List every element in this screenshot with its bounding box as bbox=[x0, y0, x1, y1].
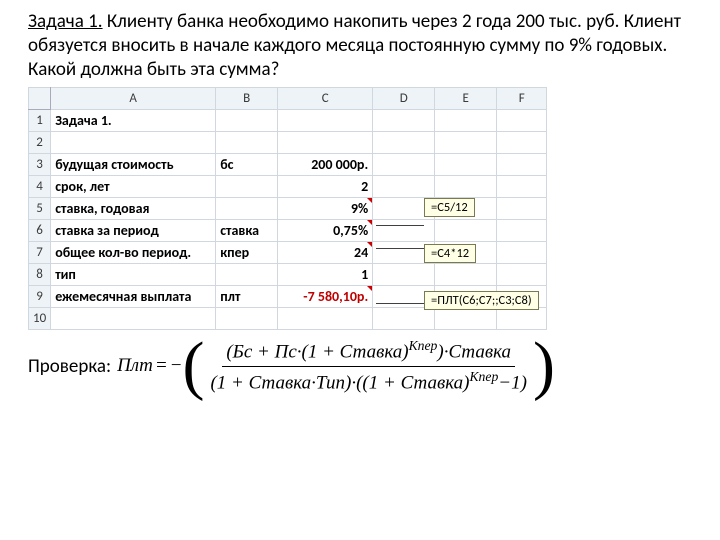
cell[interactable]: ставка bbox=[216, 220, 278, 242]
col-header[interactable]: D bbox=[373, 88, 435, 110]
problem-text: Задача 1. Клиенту банка необходимо накоп… bbox=[28, 10, 692, 81]
formula-callout: =C5/12 bbox=[424, 198, 475, 217]
row-header[interactable]: 3 bbox=[29, 154, 51, 176]
col-header[interactable]: E bbox=[435, 88, 497, 110]
formula-callout: =ПЛТ(C6;C7;;C3;C8) bbox=[424, 291, 539, 310]
callout-arrow bbox=[376, 248, 424, 249]
cell[interactable]: 9% bbox=[278, 198, 373, 220]
row-header[interactable]: 4 bbox=[29, 176, 51, 198]
cell[interactable]: общее кол-во период. bbox=[51, 242, 216, 264]
row-header[interactable]: 6 bbox=[29, 220, 51, 242]
cell[interactable]: ставка за период bbox=[51, 220, 216, 242]
row-header[interactable]: 8 bbox=[29, 264, 51, 286]
row-header[interactable]: 7 bbox=[29, 242, 51, 264]
callout-arrow bbox=[376, 225, 424, 226]
cell[interactable]: 200 000р. bbox=[278, 154, 373, 176]
cell[interactable]: ставка, годовая bbox=[51, 198, 216, 220]
verification-formula: Плт = − ( (Бс + Пс·(1 + Ставка)Кпер)·Ста… bbox=[117, 338, 555, 394]
formula-callout: =C4*12 bbox=[424, 244, 476, 263]
cell[interactable]: срок, лет bbox=[51, 176, 216, 198]
col-header[interactable]: B bbox=[216, 88, 278, 110]
cell[interactable]: Задача 1. bbox=[51, 110, 216, 132]
cell[interactable]: 2 bbox=[278, 176, 373, 198]
row-header[interactable]: 1 bbox=[29, 110, 51, 132]
problem-label: Задача 1. bbox=[28, 10, 103, 33]
corner-cell bbox=[29, 88, 51, 110]
cell[interactable]: -7 580,10р. bbox=[278, 286, 373, 308]
col-header[interactable]: F bbox=[497, 88, 547, 110]
cell[interactable]: ежемесячная выплата bbox=[51, 286, 216, 308]
col-header[interactable]: C bbox=[278, 88, 373, 110]
cell[interactable]: кпер bbox=[216, 242, 278, 264]
cell[interactable]: 24 bbox=[278, 242, 373, 264]
cell[interactable]: будущая стоимость bbox=[51, 154, 216, 176]
check-label: Проверка: bbox=[28, 355, 111, 378]
row-header[interactable]: 10 bbox=[29, 308, 51, 330]
row-header[interactable]: 9 bbox=[29, 286, 51, 308]
callout-arrow bbox=[376, 303, 424, 304]
row-header[interactable]: 5 bbox=[29, 198, 51, 220]
spreadsheet-area: A B C D E F 1Задача 1. 2 3будущая стоимо… bbox=[28, 87, 692, 330]
row-header[interactable]: 2 bbox=[29, 132, 51, 154]
cell[interactable]: бс bbox=[216, 154, 278, 176]
cell[interactable]: 1 bbox=[278, 264, 373, 286]
cell[interactable]: тип bbox=[51, 264, 216, 286]
cell[interactable]: 0,75% bbox=[278, 220, 373, 242]
cell[interactable]: плт bbox=[216, 286, 278, 308]
col-header[interactable]: A bbox=[51, 88, 216, 110]
